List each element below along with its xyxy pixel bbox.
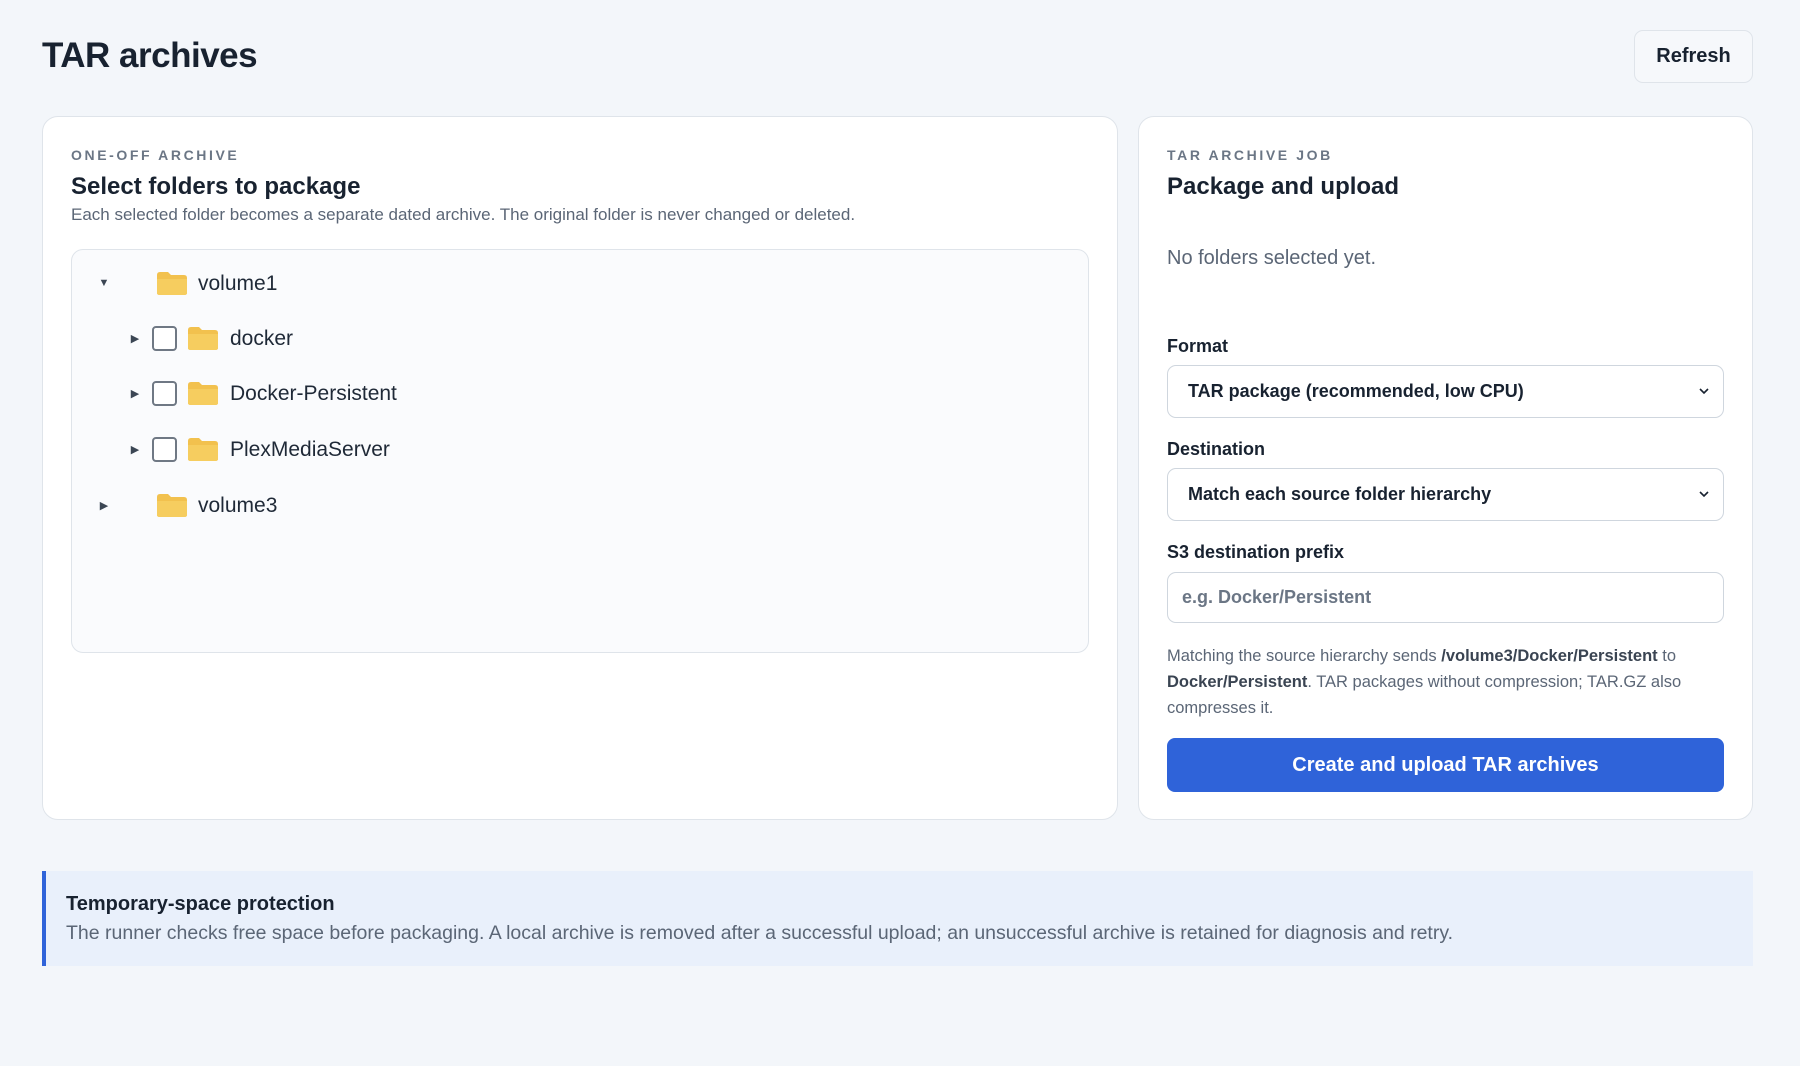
chevron-down-icon: [1699, 388, 1709, 395]
tree-label: PlexMediaServer: [230, 438, 390, 461]
help-destination-path: Docker/Persistent: [1167, 673, 1308, 691]
folder-tree: ▼ volume1 ▶ docker ▶ Docker-Persistent ▶…: [71, 249, 1089, 653]
card-description: Each selected folder becomes a separate …: [71, 205, 856, 224]
chevron-down-icon: [1699, 491, 1709, 498]
destination-help-text: Matching the source hierarchy sends /vol…: [1167, 643, 1727, 721]
docker-persistent-checkbox[interactable]: [152, 381, 177, 406]
folder-icon: [187, 381, 219, 406]
format-select[interactable]: TAR package (recommended, low CPU): [1167, 365, 1724, 418]
folder-icon: [187, 437, 219, 462]
page-title: TAR archives: [42, 36, 258, 75]
destination-label: Destination: [1167, 439, 1266, 459]
help-source-path: /volume3/Docker/Persistent: [1441, 647, 1658, 665]
notice-title: Temporary-space protection: [66, 893, 335, 915]
folder-icon: [156, 271, 188, 296]
prefix-label: S3 destination prefix: [1167, 542, 1345, 562]
caret-right-icon[interactable]: ▶: [127, 387, 143, 400]
tree-label: volume3: [198, 494, 278, 517]
caret-right-icon[interactable]: ▶: [127, 332, 143, 345]
folder-selection-card: ONE-OFF ARCHIVE Select folders to packag…: [42, 116, 1118, 820]
temp-space-notice: Temporary-space protection The runner ch…: [42, 871, 1753, 966]
tree-row-plexmediaserver[interactable]: ▶ PlexMediaServer: [72, 428, 1072, 472]
card-eyebrow: TAR ARCHIVE JOB: [1167, 147, 1333, 163]
notice-body: The runner checks free space before pack…: [66, 922, 1454, 944]
create-upload-button[interactable]: Create and upload TAR archives: [1167, 738, 1724, 792]
tree-label: Docker-Persistent: [230, 382, 397, 405]
tree-row-volume1[interactable]: ▼ volume1: [72, 262, 1072, 306]
docker-checkbox[interactable]: [152, 326, 177, 351]
format-value: TAR package (recommended, low CPU): [1188, 381, 1524, 401]
empty-selection-message: No folders selected yet.: [1167, 247, 1376, 269]
refresh-button[interactable]: Refresh: [1634, 30, 1753, 83]
tree-label: volume1: [198, 272, 278, 295]
destination-select[interactable]: Match each source folder hierarchy: [1167, 468, 1724, 521]
s3-prefix-input[interactable]: [1167, 572, 1724, 623]
caret-right-icon[interactable]: ▶: [96, 499, 112, 512]
caret-down-icon[interactable]: ▼: [96, 277, 112, 289]
folder-icon: [187, 326, 219, 351]
tree-row-docker-persistent[interactable]: ▶ Docker-Persistent: [72, 372, 1072, 416]
tree-row-volume3[interactable]: ▶ volume3: [72, 484, 1072, 528]
tree-row-docker[interactable]: ▶ docker: [72, 317, 1072, 361]
destination-value: Match each source folder hierarchy: [1188, 484, 1492, 504]
card-eyebrow: ONE-OFF ARCHIVE: [71, 147, 240, 163]
plexmediaserver-checkbox[interactable]: [152, 437, 177, 462]
help-text-part: Matching the source hierarchy sends: [1167, 647, 1442, 665]
format-label: Format: [1167, 336, 1229, 356]
card-title: Package and upload: [1167, 173, 1400, 200]
help-text-part: to: [1657, 647, 1677, 665]
caret-right-icon[interactable]: ▶: [127, 443, 143, 456]
tree-label: docker: [230, 327, 294, 350]
folder-icon: [156, 493, 188, 518]
card-title: Select folders to package: [71, 173, 361, 200]
archive-job-card: TAR ARCHIVE JOB Package and upload No fo…: [1138, 116, 1753, 820]
